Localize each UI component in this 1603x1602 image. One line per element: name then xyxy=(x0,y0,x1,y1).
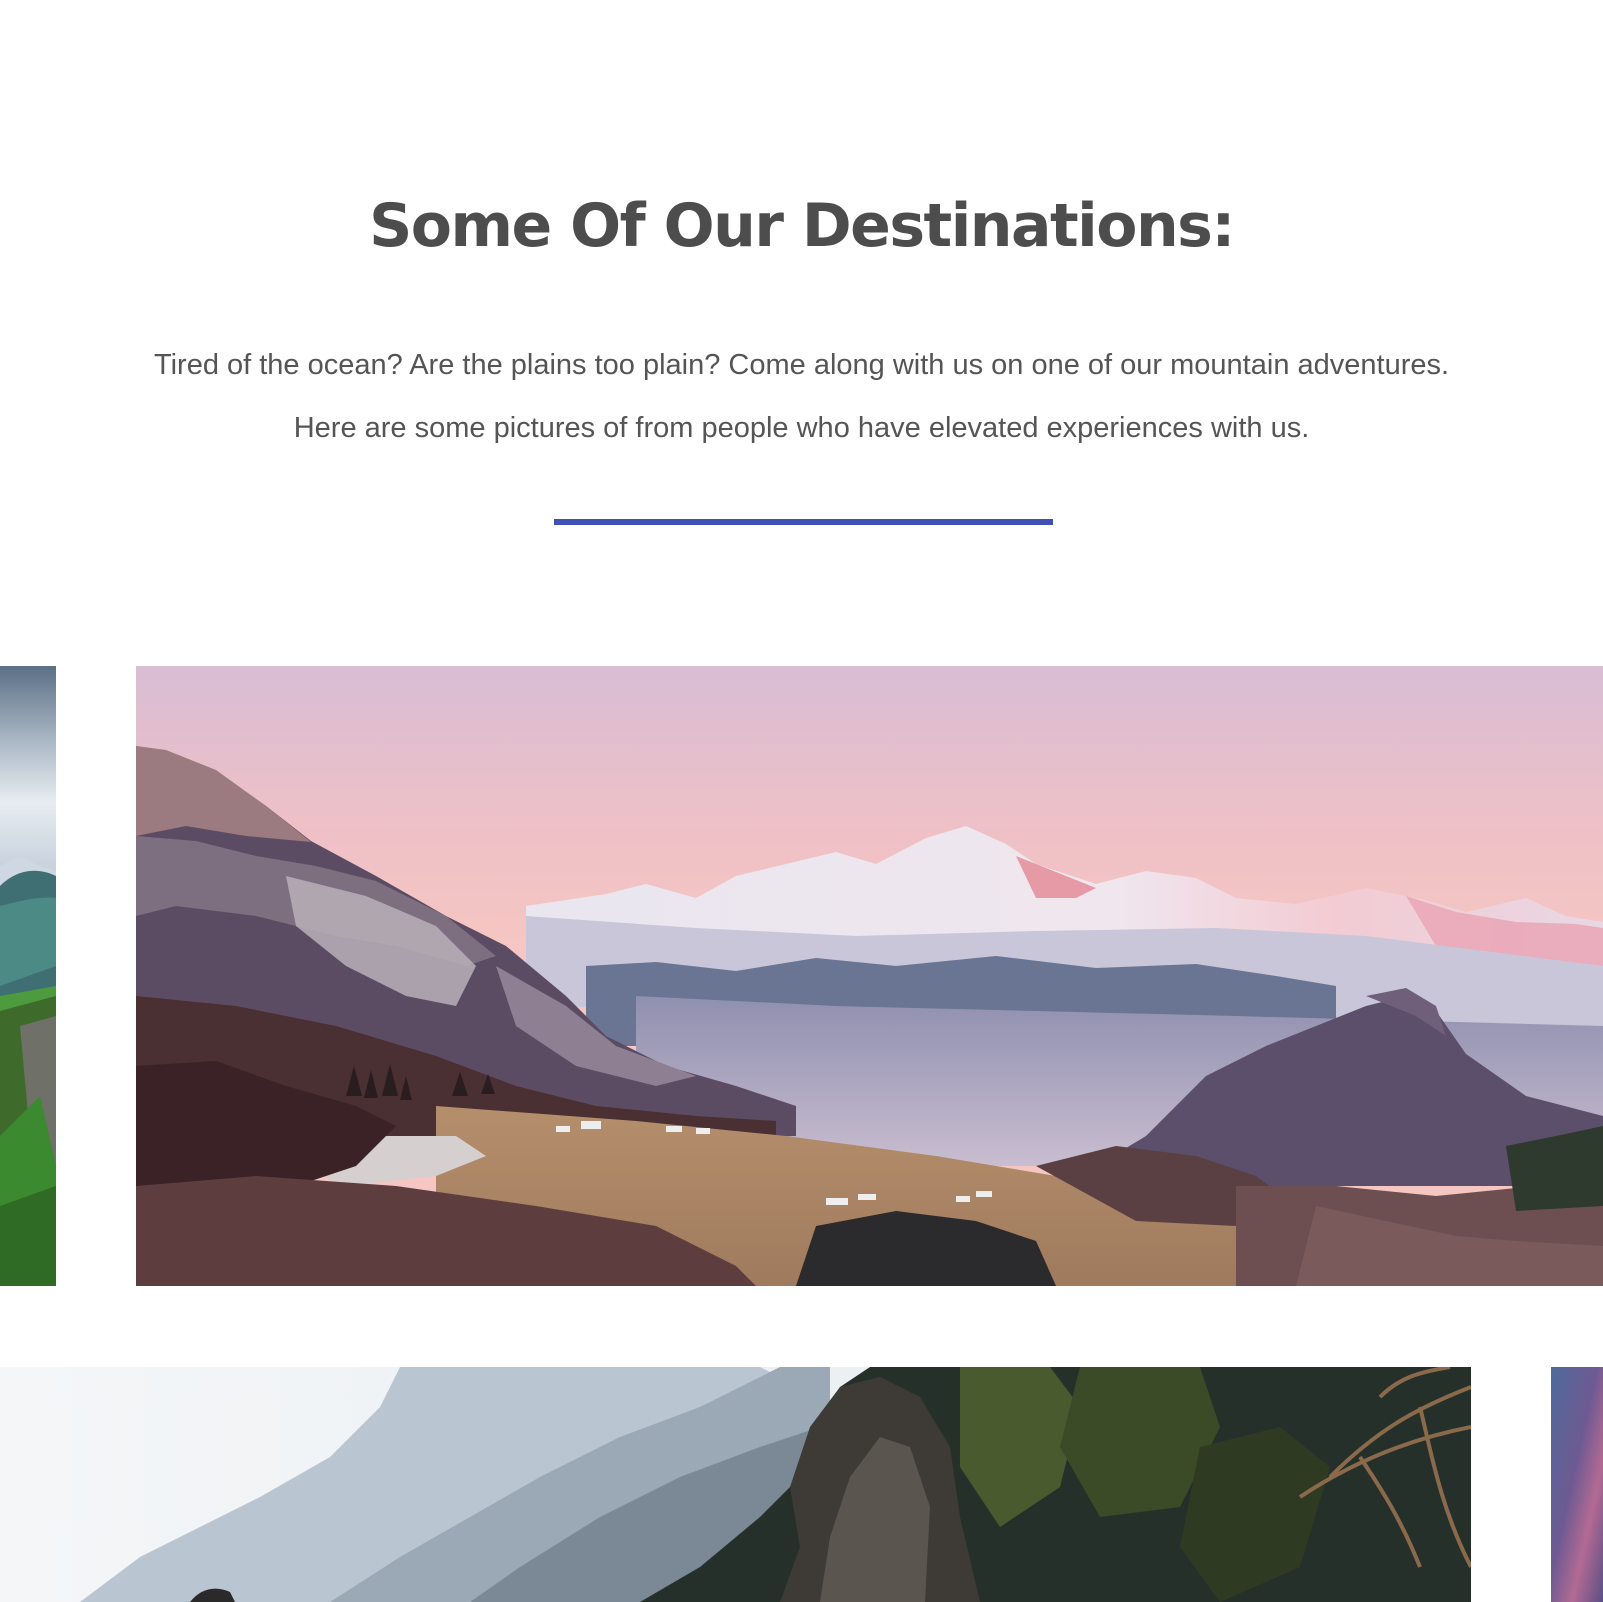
section-divider xyxy=(554,519,1053,525)
rocky-cliff-image xyxy=(0,1367,1471,1602)
gallery-photo-rocky-cliff[interactable] xyxy=(0,1367,1471,1602)
green-ridge-image xyxy=(0,666,56,1286)
gallery-photo-green-ridge[interactable] xyxy=(0,666,56,1286)
section-title: Some Of Our Destinations: xyxy=(369,191,1235,261)
mountain-range-image xyxy=(136,666,1603,1286)
gallery-photo-mountain-range[interactable] xyxy=(136,666,1603,1286)
section-description: Tired of the ocean? Are the plains too p… xyxy=(0,334,1603,460)
gallery-photo-purple-sky[interactable] xyxy=(1551,1367,1603,1602)
description-line-1: Tired of the ocean? Are the plains too p… xyxy=(153,349,1450,381)
purple-sky-image xyxy=(1551,1367,1603,1602)
description-line-2: Here are some pictures of from people wh… xyxy=(293,412,1310,444)
